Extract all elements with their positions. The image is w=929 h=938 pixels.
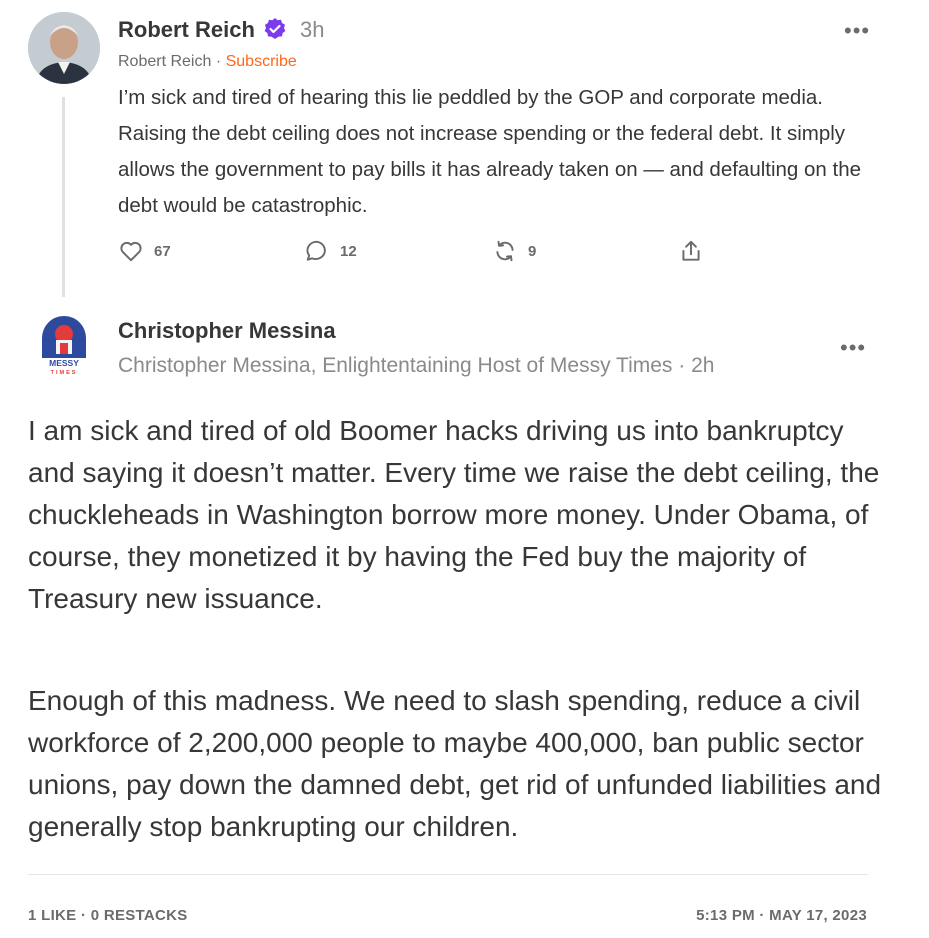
like-count: 67 xyxy=(154,242,171,260)
share-upload-icon xyxy=(682,240,700,261)
restack-button[interactable]: 9 xyxy=(492,236,536,266)
comment-bubble-icon xyxy=(306,240,326,261)
note-body: I am sick and tired of old Boomer hacks … xyxy=(28,410,888,848)
separator-dot: · xyxy=(215,53,222,70)
avatar-robert-reich[interactable] xyxy=(28,12,100,84)
comment-count: 12 xyxy=(340,242,357,260)
heart-icon xyxy=(120,241,142,262)
note-paragraph: I am sick and tired of old Boomer hacks … xyxy=(28,415,880,614)
publication-line: Robert Reich · Subscribe xyxy=(118,53,297,71)
thread-line xyxy=(62,97,65,297)
logo-text-bottom: TIMES xyxy=(51,370,78,376)
author-name[interactable]: Christopher Messina xyxy=(118,318,336,344)
note-timestamp: 5:13 PM · MAY 17, 2023 xyxy=(696,907,867,924)
divider xyxy=(28,874,868,875)
more-dots-icon[interactable]: ••• xyxy=(840,335,866,361)
comment-button[interactable]: 12 xyxy=(304,236,357,266)
avatar-messy-times[interactable]: MESSY TIMES xyxy=(36,316,92,376)
restack-count: 9 xyxy=(528,242,537,260)
note-time[interactable]: 3h xyxy=(300,17,324,43)
publication-name[interactable]: Robert Reich xyxy=(118,53,211,70)
like-button[interactable]: 67 xyxy=(118,236,171,266)
restack-arrows-icon xyxy=(496,240,514,262)
more-dots-icon[interactable]: ••• xyxy=(844,18,870,44)
author-byline: Christopher Messina, Enlightentaining Ho… xyxy=(118,354,715,377)
subscribe-link[interactable]: Subscribe xyxy=(226,53,297,70)
share-button[interactable] xyxy=(678,236,704,266)
note-stats[interactable]: 1 LIKE · 0 RESTACKS xyxy=(28,907,188,924)
verified-check-icon xyxy=(263,17,287,41)
note-paragraph: Enough of this madness. We need to slash… xyxy=(28,685,882,842)
logo-text-top: MESSY xyxy=(49,358,79,368)
note-body: I’m sick and tired of hearing this lie p… xyxy=(118,86,862,217)
author-name[interactable]: Robert Reich xyxy=(118,17,255,43)
